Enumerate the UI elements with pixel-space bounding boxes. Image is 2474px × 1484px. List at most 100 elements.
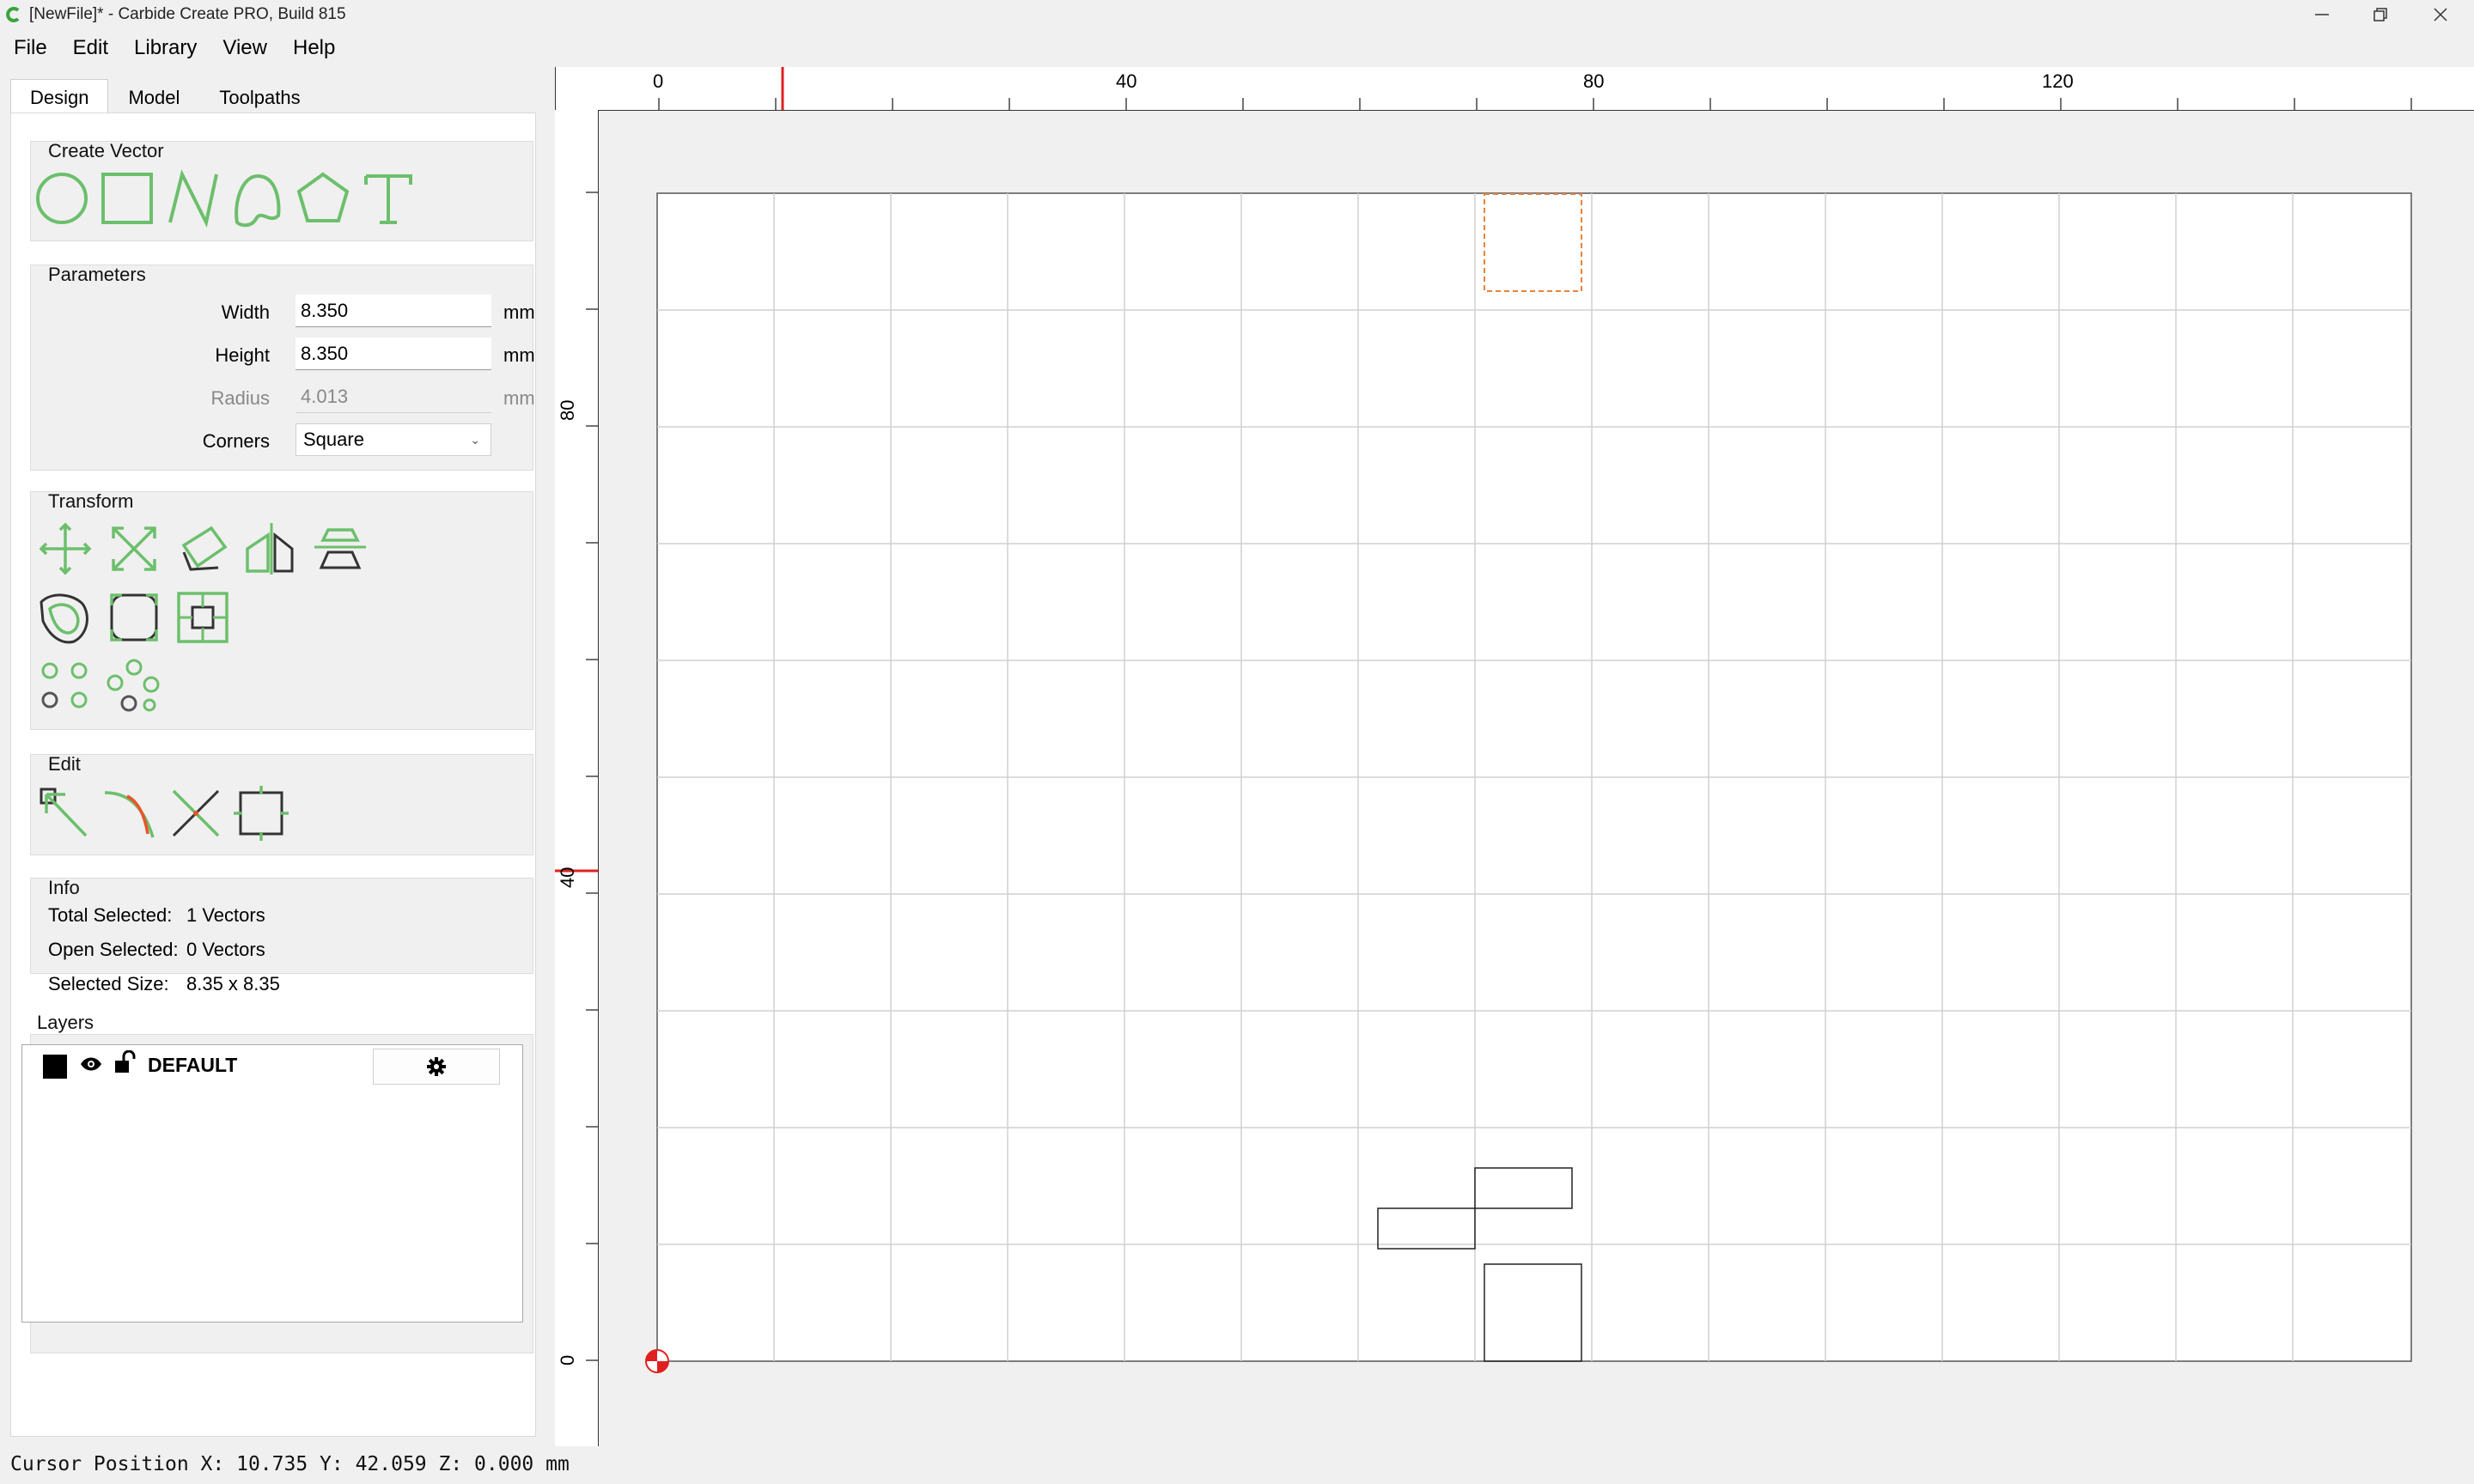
chevron-down-icon: ⌄ bbox=[470, 433, 480, 447]
parameters-title: Parameters bbox=[48, 264, 146, 285]
ruler-left-label-40: 40 bbox=[557, 867, 578, 888]
rectangle-tool-button[interactable] bbox=[96, 167, 158, 229]
text-tool-button[interactable] bbox=[357, 167, 419, 229]
close-icon bbox=[2434, 8, 2447, 21]
circle-icon bbox=[36, 173, 88, 224]
pattern-array-icon bbox=[107, 659, 160, 712]
menu-view[interactable]: View bbox=[209, 31, 279, 65]
rotate-icon bbox=[181, 526, 228, 571]
mirror-icon bbox=[246, 523, 294, 575]
restore-icon bbox=[2373, 8, 2387, 21]
split-button[interactable] bbox=[165, 782, 227, 844]
height-unit: mm bbox=[503, 344, 535, 366]
window-title: [NewFile]* - Carbide Create PRO, Build 8… bbox=[29, 5, 346, 23]
circular-array-button[interactable] bbox=[34, 655, 96, 717]
ruler-top-label-80: 80 bbox=[1583, 70, 1605, 92]
ruler-top-label-40: 40 bbox=[1116, 70, 1137, 92]
move-button[interactable] bbox=[34, 518, 96, 580]
pattern-array-button[interactable] bbox=[103, 655, 165, 717]
radius-unit: mm bbox=[503, 387, 535, 409]
mirror-button[interactable] bbox=[241, 518, 302, 580]
trim-curve-button[interactable] bbox=[100, 782, 161, 844]
create-vector-title: Create Vector bbox=[48, 140, 164, 161]
center-snap-button[interactable] bbox=[172, 587, 234, 648]
canvas-drawing bbox=[645, 192, 2412, 1373]
align-icon bbox=[314, 528, 366, 569]
selected-size-label: Selected Size: bbox=[48, 973, 169, 994]
menu-help[interactable]: Help bbox=[279, 31, 347, 65]
restore-button[interactable] bbox=[2352, 0, 2409, 29]
tab-toolpaths[interactable]: Toolpaths bbox=[199, 79, 320, 115]
ruler-top-label-120: 120 bbox=[2042, 70, 2074, 92]
boundary-box-button[interactable] bbox=[230, 782, 292, 844]
height-label: Height bbox=[215, 344, 270, 366]
offset-button[interactable] bbox=[34, 587, 96, 648]
polyline-tool-button[interactable] bbox=[161, 167, 223, 229]
menu-bar: File Edit Library View Help bbox=[0, 31, 347, 65]
center-snap-icon bbox=[177, 592, 229, 643]
unlock-icon[interactable] bbox=[113, 1050, 136, 1074]
eye-icon[interactable] bbox=[79, 1055, 103, 1073]
boundary-box-icon bbox=[234, 786, 289, 841]
curve-tool-button[interactable] bbox=[227, 167, 289, 229]
open-selected-value: 0 Vectors bbox=[186, 939, 265, 960]
offset-icon bbox=[40, 593, 88, 644]
ruler-top: 0 40 80 120 bbox=[555, 67, 2474, 111]
layer-row[interactable]: DEFAULT bbox=[22, 1045, 522, 1085]
radius-input bbox=[296, 380, 491, 413]
move-icon bbox=[39, 522, 92, 575]
height-input[interactable] bbox=[296, 338, 491, 370]
node-edit-icon bbox=[40, 788, 88, 837]
width-input[interactable] bbox=[296, 295, 491, 327]
rotate-button[interactable] bbox=[172, 518, 234, 580]
open-selected-label: Open Selected: bbox=[48, 939, 179, 960]
transform-title: Transform bbox=[48, 490, 134, 512]
create-vector-group: Create Vector bbox=[30, 140, 533, 241]
menu-edit[interactable]: Edit bbox=[59, 31, 120, 65]
fillet-icon bbox=[110, 593, 158, 642]
circle-tool-button[interactable] bbox=[31, 167, 93, 229]
layer-color-swatch[interactable] bbox=[43, 1055, 67, 1079]
transform-group: Transform bbox=[30, 490, 533, 730]
edit-group: Edit bbox=[30, 753, 533, 855]
close-button[interactable] bbox=[2412, 0, 2469, 29]
ruler-top-label-0: 0 bbox=[653, 70, 664, 92]
minimize-icon bbox=[2315, 14, 2329, 15]
layers-title: Layers bbox=[37, 1012, 94, 1033]
main-tabs: Design Model Toolpaths bbox=[10, 79, 320, 115]
scale-icon bbox=[112, 526, 156, 571]
corners-value: Square bbox=[303, 429, 364, 450]
text-icon bbox=[364, 174, 412, 224]
design-canvas[interactable] bbox=[599, 111, 2474, 1446]
trim-curve-icon bbox=[104, 791, 155, 838]
layer-settings-button[interactable] bbox=[373, 1049, 500, 1085]
minimize-button[interactable] bbox=[2294, 0, 2350, 29]
total-selected-label: Total Selected: bbox=[48, 904, 173, 926]
ruler-left-label-80: 80 bbox=[557, 399, 578, 421]
node-edit-button[interactable] bbox=[34, 782, 96, 844]
origin-marker-icon bbox=[645, 1349, 669, 1373]
tab-model[interactable]: Model bbox=[108, 79, 199, 115]
polygon-tool-button[interactable] bbox=[292, 167, 354, 229]
width-label: Width bbox=[221, 301, 270, 323]
scale-button[interactable] bbox=[103, 518, 165, 580]
circular-array-icon bbox=[41, 662, 88, 709]
info-title: Info bbox=[48, 877, 80, 898]
align-button[interactable] bbox=[309, 518, 371, 580]
info-group: Info Total Selected: 1 Vectors Open Sele… bbox=[30, 877, 533, 994]
cursor-position-status: Cursor Position X: 10.735 Y: 42.059 Z: 0… bbox=[10, 1453, 570, 1475]
total-selected-value: 1 Vectors bbox=[186, 904, 265, 926]
rectangle-icon bbox=[101, 173, 153, 224]
ruler-left-ticks bbox=[555, 192, 598, 1361]
menu-file[interactable]: File bbox=[0, 31, 59, 65]
radius-label: Radius bbox=[210, 387, 270, 409]
fillet-button[interactable] bbox=[103, 587, 165, 648]
polygon-icon bbox=[296, 172, 350, 222]
ruler-top-ticks bbox=[658, 67, 2412, 110]
app-logo-icon bbox=[6, 7, 20, 22]
menu-library[interactable]: Library bbox=[120, 31, 209, 65]
tab-design[interactable]: Design bbox=[10, 79, 109, 114]
corners-select[interactable]: Square ⌄ bbox=[296, 423, 491, 456]
curve-icon bbox=[235, 173, 281, 228]
layer-name: DEFAULT bbox=[148, 1054, 238, 1076]
